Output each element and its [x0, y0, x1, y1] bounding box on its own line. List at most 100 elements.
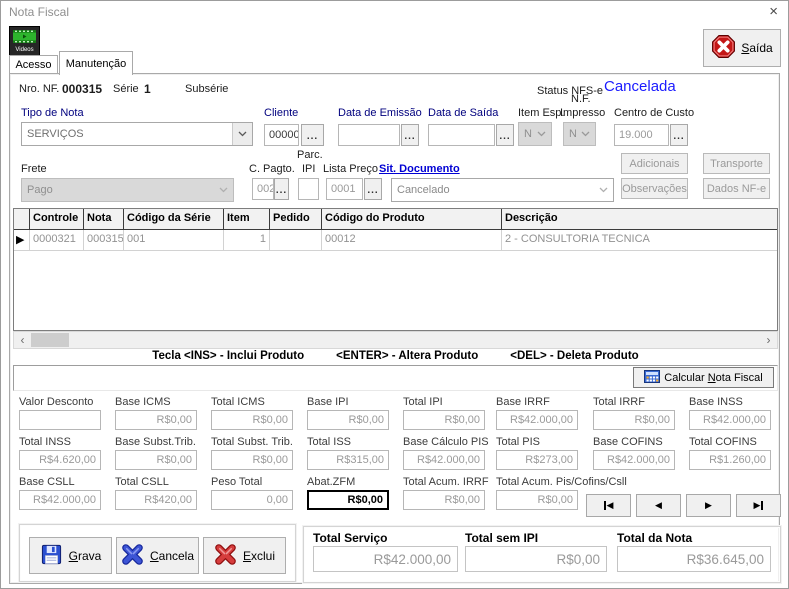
grid-header-codigo-serie[interactable]: Código da Série [124, 209, 224, 229]
c-pagto-lookup-button[interactable]: ... [274, 178, 289, 200]
grid-header-item[interactable]: Item [224, 209, 270, 229]
table-row[interactable]: ▶ 0000321 000315 001 1 00012 2 - CONSULT… [14, 230, 777, 251]
base-cofins-input[interactable]: R$42.000,00 [593, 450, 675, 470]
total-inss-input[interactable]: R$4.620,00 [19, 450, 101, 470]
data-emissao-label: Data de Emissão [338, 107, 422, 119]
valor-desconto-input[interactable] [19, 410, 101, 430]
base-inss-input[interactable]: R$42.000,00 [689, 410, 771, 430]
observacoes-button[interactable]: Observações [621, 178, 688, 199]
tab-acesso-label: Acesso [15, 59, 51, 71]
calculator-icon [644, 370, 660, 386]
sit-documento-link[interactable]: Sit. Documento [379, 163, 460, 175]
base-csll-input[interactable]: R$42.000,00 [19, 490, 101, 510]
total-ipi-input[interactable]: R$0,00 [403, 410, 485, 430]
cell-nota: 000315 [84, 230, 124, 251]
parc-ipi-label-line1: Parc. [297, 149, 323, 161]
hint-altera: <ENTER> - Altera Produto [336, 350, 478, 362]
dados-nfe-button[interactable]: Dados NF-e [703, 178, 770, 199]
frete-label: Frete [21, 163, 47, 175]
c-pagto-input[interactable]: 002 [252, 178, 274, 200]
total-icms-input[interactable]: R$0,00 [211, 410, 293, 430]
grid-header-selector [14, 209, 30, 229]
data-emissao-lookup-button[interactable]: ... [401, 124, 419, 146]
filmstrip-icon [13, 30, 36, 46]
centro-custo-lookup-button[interactable]: ... [670, 124, 688, 146]
cliente-input[interactable]: 000003 [264, 124, 299, 146]
total-acum-pis-cofins-csll-input[interactable]: R$0,00 [496, 490, 578, 510]
grava-button[interactable]: Grava [29, 537, 112, 574]
total-pis-input[interactable]: R$273,00 [496, 450, 578, 470]
total-icms-label: Total ICMS [211, 396, 265, 408]
grid-header-nota[interactable]: Nota [84, 209, 124, 229]
nav-next-button[interactable]: ▶ [686, 494, 731, 517]
nf-impresso-combo[interactable]: N [563, 122, 596, 146]
cliente-lookup-button[interactable]: ... [301, 124, 324, 146]
nav-prev-button[interactable]: ◀ [636, 494, 681, 517]
cancela-button[interactable]: Cancela [116, 537, 199, 574]
tipo-de-nota-combo[interactable]: SERVIÇOS [21, 122, 253, 146]
grid-header-descricao[interactable]: Descrição [502, 209, 777, 229]
transporte-button[interactable]: Transporte [703, 153, 770, 174]
centro-custo-input[interactable]: 19.000 [614, 124, 669, 146]
total-servico-label: Total Serviço [313, 531, 387, 545]
nav-first-button[interactable]: ◀ [586, 494, 631, 517]
observacoes-label: Observações [622, 183, 687, 195]
frete-combo[interactable]: Pago [21, 178, 234, 202]
base-subst-trib-input[interactable]: R$0,00 [115, 450, 197, 470]
videos-button[interactable]: Videos [9, 26, 40, 57]
lista-preco-lookup-button[interactable]: ... [364, 178, 382, 200]
sit-documento-combo[interactable]: Cancelado [391, 178, 614, 202]
data-emissao-input[interactable] [338, 124, 400, 146]
stop-sign-x-icon [711, 34, 736, 62]
total-iss-input[interactable]: R$315,00 [307, 450, 389, 470]
window-title: Nota Fiscal [9, 5, 69, 19]
total-cofins-input[interactable]: R$1.260,00 [689, 450, 771, 470]
close-icon[interactable]: × [769, 3, 778, 20]
transporte-label: Transporte [710, 158, 763, 170]
exit-button[interactable]: Saída [703, 29, 781, 67]
item-esp-label: Item Esp. [518, 107, 564, 119]
scroll-left-icon[interactable]: ‹ [14, 332, 31, 348]
abat-zfm-input[interactable]: R$0,00 [307, 490, 389, 510]
tab-manutencao[interactable]: Manutenção [59, 51, 133, 75]
base-ipi-input[interactable]: R$0,00 [307, 410, 389, 430]
calcular-nota-fiscal-button[interactable]: Calcular Nota Fiscal [633, 367, 774, 388]
total-csll-input[interactable]: R$420,00 [115, 490, 197, 510]
parc-ipi-input[interactable] [298, 178, 319, 200]
base-icms-input[interactable]: R$0,00 [115, 410, 197, 430]
serie-value: 1 [144, 82, 151, 96]
total-inss-label: Total INSS [19, 436, 71, 448]
grid-header-codigo-produto[interactable]: Código do Produto [322, 209, 502, 229]
tab-acesso[interactable]: Acesso [9, 55, 58, 74]
grid-header-controle[interactable]: Controle [30, 209, 84, 229]
data-saida-input[interactable] [428, 124, 495, 146]
row-selector-icon: ▶ [14, 230, 30, 251]
lista-preco-input[interactable]: 0001 [326, 178, 363, 200]
total-acum-irrf-input[interactable]: R$0,00 [403, 490, 485, 510]
item-esp-combo[interactable]: N [518, 122, 552, 146]
peso-total-input[interactable]: 0,00 [211, 490, 293, 510]
exclui-button[interactable]: Exclui [203, 537, 286, 574]
base-irrf-input[interactable]: R$42.000,00 [496, 410, 578, 430]
base-calculo-pis-input[interactable]: R$42.000,00 [403, 450, 485, 470]
cliente-label: Cliente [264, 107, 298, 119]
total-acum-pis-cofins-csll-label: Total Acum. Pis/Cofins/Csll [496, 476, 627, 488]
scrollbar-thumb[interactable] [31, 333, 69, 347]
grid-horizontal-scrollbar[interactable]: ‹ › [13, 331, 778, 349]
total-csll-label: Total CSLL [115, 476, 169, 488]
nav-last-button[interactable]: ▶ [736, 494, 781, 517]
total-subst-trib-input[interactable]: R$0,00 [211, 450, 293, 470]
adicionais-button[interactable]: Adicionais [621, 153, 688, 174]
calculate-bar: Calcular Nota Fiscal [13, 365, 778, 391]
hint-deleta: <DEL> - Deleta Produto [510, 350, 638, 362]
centro-custo-label: Centro de Custo [614, 107, 694, 119]
data-saida-lookup-button[interactable]: ... [496, 124, 514, 146]
total-irrf-input[interactable]: R$0,00 [593, 410, 675, 430]
ellipsis-icon: ... [276, 185, 287, 196]
cell-codigo-serie: 001 [124, 230, 224, 251]
scroll-right-icon[interactable]: › [760, 332, 777, 348]
ellipsis-icon: ... [307, 131, 318, 142]
red-x-icon [214, 543, 237, 569]
nf-impresso-label-line1: N.F. [571, 93, 591, 105]
grid-header-pedido[interactable]: Pedido [270, 209, 322, 229]
